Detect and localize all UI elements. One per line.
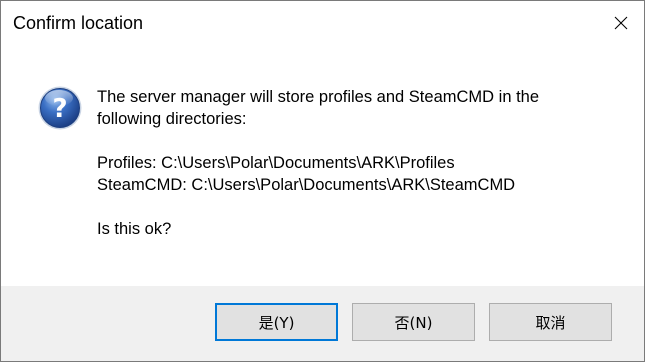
cancel-button[interactable]: 取消	[489, 303, 612, 341]
message-line-2: following directories:	[97, 110, 247, 128]
svg-text:?: ?	[52, 94, 67, 124]
close-button[interactable]	[598, 1, 644, 45]
title-bar[interactable]: Confirm location	[1, 1, 644, 45]
profiles-path: Profiles: C:\Users\Polar\Documents\ARK\P…	[97, 154, 455, 172]
button-bar: 是(Y) 否(N) 取消	[1, 286, 644, 361]
message-line-1: The server manager will store profiles a…	[97, 88, 540, 106]
close-icon	[614, 16, 628, 30]
dialog-title: Confirm location	[13, 13, 144, 33]
question-icon: ?	[38, 86, 82, 130]
no-button[interactable]: 否(N)	[352, 303, 475, 341]
message-text: The server manager will store profiles a…	[97, 86, 617, 240]
yes-button[interactable]: 是(Y)	[215, 303, 338, 341]
confirm-dialog: Confirm location ? The server manager wi…	[0, 0, 645, 362]
steamcmd-path: SteamCMD: C:\Users\Polar\Documents\ARK\S…	[97, 176, 516, 194]
confirm-question: Is this ok?	[97, 220, 172, 238]
message-area: ? The server manager will store profiles…	[1, 45, 644, 286]
